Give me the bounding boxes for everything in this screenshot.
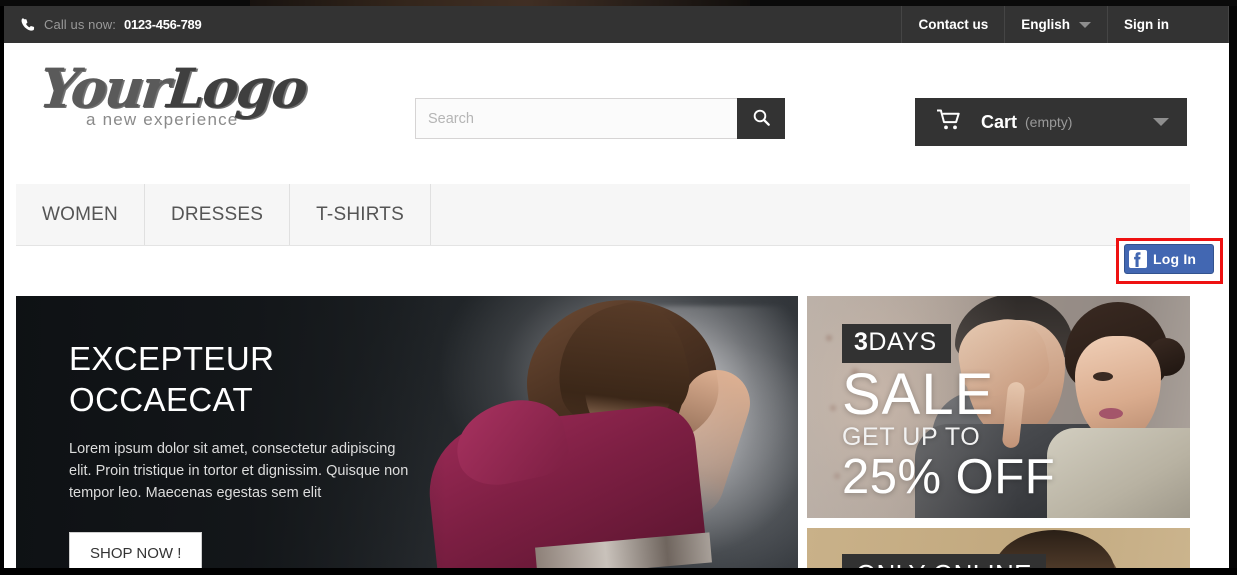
nav-item-label: WOMEN bbox=[42, 203, 118, 225]
shop-now-button[interactable]: SHOP NOW ! bbox=[69, 532, 203, 568]
cart-count: (empty) bbox=[1025, 114, 1073, 130]
phone-label: Call us now: bbox=[44, 17, 117, 32]
promo-sale-offer: 25% OFF bbox=[842, 450, 1056, 504]
facebook-f-icon bbox=[1127, 245, 1149, 273]
search-form bbox=[415, 98, 785, 139]
promo-online-badge: ONLY ONLINE bbox=[842, 554, 1046, 568]
hero-model-photo bbox=[416, 296, 798, 568]
promo-sale-text: 3DAYS SALE GET UP TO 25% OFF bbox=[842, 324, 1142, 502]
window-border-bottom bbox=[0, 568, 1237, 575]
language-selector[interactable]: English bbox=[1004, 6, 1107, 43]
contact-us-label: Contact us bbox=[918, 17, 989, 32]
nav-item-label: DRESSES bbox=[170, 203, 264, 225]
sign-in-label: Sign in bbox=[1124, 17, 1169, 32]
top-nav: Contact us English Sign in bbox=[901, 6, 1229, 43]
logo-wordmark: YourLogo bbox=[36, 56, 343, 120]
promo-sale-badge-word: DAYS bbox=[868, 328, 937, 356]
promo-sale-subline: GET UP TO bbox=[842, 423, 981, 451]
main-navigation: WOMEN DRESSES T-SHIRTS bbox=[16, 184, 1190, 246]
logo-word-logo: Logo bbox=[164, 56, 309, 120]
search-button[interactable] bbox=[737, 98, 785, 139]
top-utility-bar: Call us now: 0123-456-789 Contact us Eng… bbox=[4, 6, 1229, 43]
hero-title-line1: EXCEPTEUR bbox=[69, 340, 275, 377]
page-content: Call us now: 0123-456-789 Contact us Eng… bbox=[4, 6, 1229, 568]
promo-banner-sale[interactable]: 3DAYS SALE GET UP TO 25% OFF bbox=[807, 296, 1190, 518]
sign-in-link[interactable]: Sign in bbox=[1107, 6, 1185, 43]
chevron-down-icon bbox=[1153, 118, 1169, 126]
nav-item-label: T-SHIRTS bbox=[316, 203, 404, 225]
facebook-login-label: Log In bbox=[1153, 251, 1197, 267]
nav-item-dresses[interactable]: DRESSES bbox=[145, 184, 291, 245]
chevron-down-icon bbox=[1079, 21, 1091, 28]
nav-item-women[interactable]: WOMEN bbox=[16, 184, 145, 245]
hero-title-line2: OCCAECAT bbox=[69, 381, 254, 418]
phone-icon bbox=[20, 17, 36, 33]
hero-description: Lorem ipsum dolor sit amet, consectetur … bbox=[69, 441, 409, 501]
hero-title: EXCEPTEUR OCCAECAT bbox=[69, 338, 449, 420]
contact-us-link[interactable]: Contact us bbox=[901, 6, 1004, 43]
nav-item-tshirts[interactable]: T-SHIRTS bbox=[290, 184, 431, 245]
logo-word-your: Your bbox=[36, 56, 171, 120]
promo-sale-badge: 3DAYS bbox=[842, 324, 951, 363]
facebook-login-button[interactable]: Log In bbox=[1124, 244, 1214, 274]
search-icon bbox=[752, 108, 771, 130]
promo-sale-headline: SALE bbox=[842, 362, 995, 427]
window-border-right bbox=[1229, 6, 1237, 575]
language-label: English bbox=[1021, 17, 1070, 32]
hero-banner[interactable]: EXCEPTEUR OCCAECAT Lorem ipsum dolor sit… bbox=[16, 296, 798, 568]
site-header: YourLogo a new experience Search Cart (e… bbox=[4, 43, 1229, 173]
phone-block: Call us now: 0123-456-789 bbox=[4, 6, 901, 43]
hero-content: EXCEPTEUR OCCAECAT Lorem ipsum dolor sit… bbox=[69, 338, 449, 568]
cart-button[interactable]: Cart (empty) bbox=[915, 98, 1187, 146]
promo-sale-badge-number: 3 bbox=[854, 328, 869, 356]
search-input[interactable] bbox=[415, 98, 737, 139]
site-logo[interactable]: YourLogo a new experience bbox=[36, 56, 343, 150]
window-border-left bbox=[0, 6, 4, 575]
shopping-cart-icon bbox=[936, 109, 963, 136]
top-nav-spacer bbox=[1185, 6, 1229, 43]
phone-number[interactable]: 0123-456-789 bbox=[124, 17, 202, 32]
promo-banner-online[interactable]: ONLY ONLINE bbox=[807, 528, 1190, 568]
cart-label: Cart bbox=[981, 111, 1018, 132]
browser-viewport: Call us now: 0123-456-789 Contact us Eng… bbox=[0, 0, 1237, 575]
